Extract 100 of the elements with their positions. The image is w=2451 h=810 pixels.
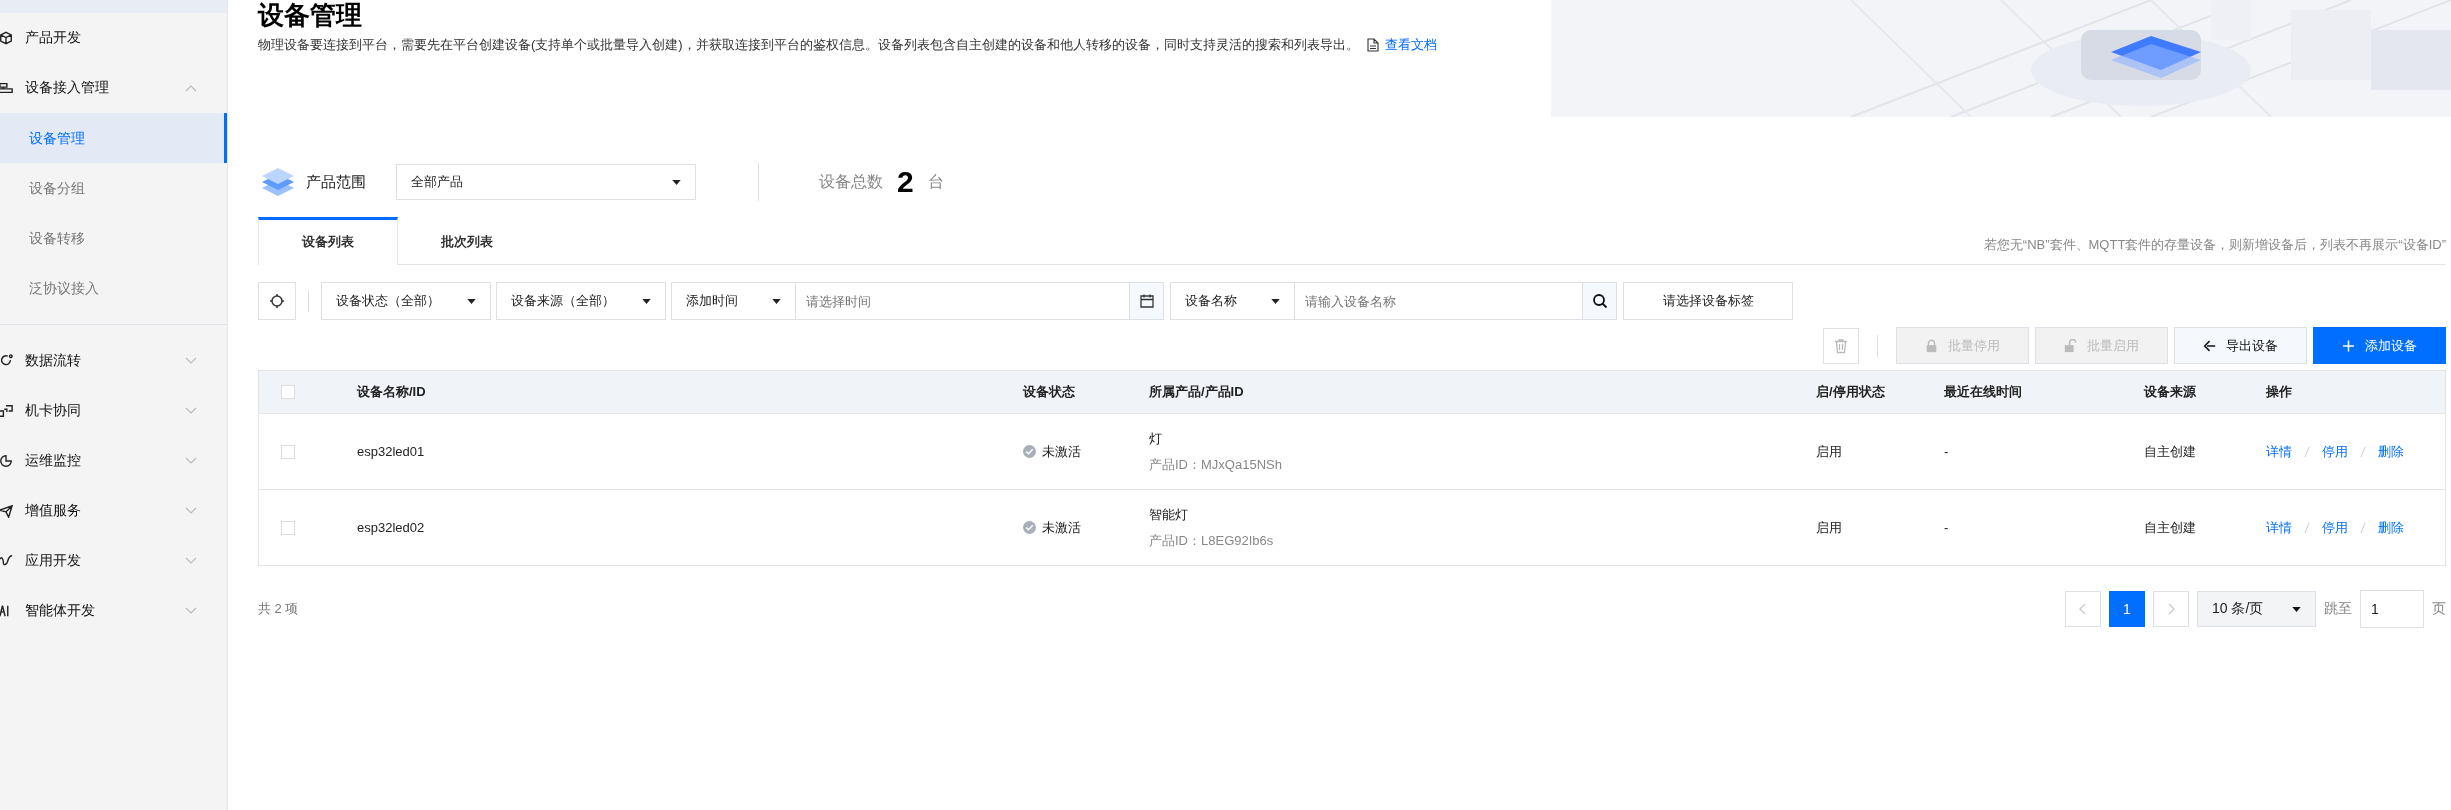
table-cell-text: 启用 bbox=[1815, 518, 1843, 537]
action-button[interactable]: 添加设备 bbox=[2313, 327, 2446, 364]
tab[interactable]: 批次列表 bbox=[398, 217, 536, 264]
name-field-select[interactable]: 设备名称 bbox=[1170, 282, 1295, 320]
checkbox[interactable] bbox=[281, 385, 295, 399]
caret-icon bbox=[2292, 606, 2301, 612]
column-header: 设备名称/ID bbox=[356, 383, 427, 401]
source-select[interactable]: 设备来源（全部） bbox=[496, 282, 666, 320]
total-unit: 台 bbox=[927, 171, 944, 192]
export-icon bbox=[2203, 338, 2216, 353]
trash-icon bbox=[1833, 337, 1849, 354]
sidebar-subitem[interactable]: 设备转移 bbox=[0, 213, 227, 263]
separator-icon bbox=[2304, 445, 2310, 458]
send-icon bbox=[0, 504, 13, 518]
pie-icon bbox=[0, 454, 13, 468]
column-header: 最近在线时间 bbox=[1943, 383, 2023, 401]
scope-label: 产品范围 bbox=[306, 172, 366, 192]
page-button[interactable]: 1 bbox=[2109, 591, 2145, 627]
docs-link[interactable]: 查看文档 bbox=[1366, 36, 1437, 54]
page-unit: 页 bbox=[2432, 600, 2446, 618]
total-count-text: 共 2 项 bbox=[258, 600, 299, 618]
sidebar-item[interactable]: 设备接入管理 bbox=[0, 63, 227, 113]
caret-icon bbox=[1271, 298, 1280, 304]
separator-icon bbox=[2360, 521, 2366, 534]
plus-icon bbox=[2342, 338, 2355, 353]
sidebar-item[interactable]: 增值服务 bbox=[0, 486, 227, 536]
curve-icon bbox=[0, 554, 13, 568]
caret-icon bbox=[642, 298, 651, 304]
page-jump-field[interactable]: 1 bbox=[2360, 590, 2424, 628]
sidebar-item[interactable]: 机卡协同 bbox=[0, 386, 227, 436]
action-link[interactable]: 停用 bbox=[2322, 442, 2348, 461]
chevron-right-icon bbox=[2167, 603, 2175, 615]
total-label: 设备总数 bbox=[819, 171, 883, 192]
action-link[interactable]: 删除 bbox=[2378, 518, 2404, 537]
sidebar-subitem[interactable]: 设备管理 bbox=[0, 113, 227, 163]
column-header: 设备来源 bbox=[2143, 383, 2197, 401]
caret-icon bbox=[467, 298, 476, 304]
sidebar-item[interactable]: 数据流转 bbox=[0, 336, 227, 386]
table-cell-text: esp32led01 bbox=[356, 444, 426, 459]
delete-button[interactable] bbox=[1823, 327, 1859, 364]
table-cell-text: esp32led02 bbox=[356, 520, 426, 535]
table-cell-text: - bbox=[1943, 444, 1950, 459]
previous-page-button[interactable] bbox=[2065, 591, 2101, 627]
checkbox[interactable] bbox=[281, 520, 295, 535]
sidebar-subitem[interactable]: 泛协议接入 bbox=[0, 263, 227, 313]
separator-icon bbox=[2360, 445, 2366, 458]
name-search-field[interactable]: 请输入设备名称 bbox=[1295, 282, 1583, 320]
time-field-select[interactable]: 添加时间 bbox=[671, 282, 796, 320]
calendar-icon bbox=[1138, 293, 1155, 309]
action-link[interactable]: 详情 bbox=[2266, 442, 2292, 461]
column-header: 启/停用状态 bbox=[1815, 383, 1886, 401]
time-field[interactable]: 请选择时间 bbox=[796, 282, 1130, 320]
jump-label: 跳至 bbox=[2324, 600, 2352, 618]
sidebar-item[interactable]: 智能体开发 bbox=[0, 586, 227, 636]
table-cell-text: 自主创建 bbox=[2143, 518, 2197, 537]
tab[interactable]: 设备列表 bbox=[258, 217, 398, 265]
action-link[interactable]: 详情 bbox=[2266, 518, 2292, 537]
action-link[interactable]: 停用 bbox=[2322, 518, 2348, 537]
product-id: 产品ID：L8EG92Ib6s bbox=[1149, 531, 1275, 550]
sidebar-item[interactable]: 产品开发 bbox=[0, 13, 227, 63]
column-header: 设备状态 bbox=[1022, 383, 1076, 401]
action-button[interactable]: 导出设备 bbox=[2174, 327, 2307, 364]
sidebar-item[interactable]: 应用开发 bbox=[0, 536, 227, 586]
status-icon bbox=[1023, 445, 1036, 458]
page-size-select[interactable]: 10 条/页 bbox=[2197, 591, 2316, 627]
separator-icon bbox=[2304, 521, 2310, 534]
status-text: 未激活 bbox=[1042, 442, 1081, 461]
product-id: 产品ID：MJxQa15NSh bbox=[1149, 455, 1283, 474]
cycle-icon bbox=[0, 354, 13, 368]
chevron-left-icon bbox=[2079, 603, 2087, 615]
product-name: 智能灯 bbox=[1149, 505, 1189, 524]
table-cell-text: 自主创建 bbox=[2143, 442, 2197, 461]
sidebar-subitem[interactable]: 设备分组 bbox=[0, 163, 227, 213]
status-text: 未激活 bbox=[1042, 518, 1081, 537]
cube-icon bbox=[0, 31, 13, 45]
tab-note: 若您无“NB”套件、MQTT套件的存量设备，则新增设备后，列表不再展示“设备ID” bbox=[1983, 236, 2446, 254]
page-description: 物理设备要连接到平台，需要先在平台创建设备(支持单个或批量导入创建)，并获取连接到平台的鉴权信息。设备列表包含自主创建的设备和他人转移的设备，同时支持灵活的搜索和列表导出。 bbox=[258, 36, 1359, 54]
checkbox[interactable] bbox=[281, 444, 295, 459]
product-name: 灯 bbox=[1149, 429, 1163, 448]
column-header: 所属产品/产品ID bbox=[1148, 383, 1245, 401]
total-count: 2 bbox=[897, 165, 914, 199]
status-icon bbox=[1023, 521, 1036, 534]
table-cell-text: - bbox=[1943, 520, 1950, 535]
next-page-button[interactable] bbox=[2153, 591, 2189, 627]
sidebar-item[interactable]: 运维监控 bbox=[0, 436, 227, 486]
column-header: 操作 bbox=[2265, 383, 2293, 401]
table-cell-text: 启用 bbox=[1815, 442, 1843, 461]
search-button[interactable] bbox=[1583, 282, 1617, 320]
device-icon bbox=[0, 81, 13, 95]
calendar-button[interactable] bbox=[1130, 282, 1164, 320]
unlock-icon bbox=[2064, 338, 2077, 353]
refresh-button[interactable] bbox=[258, 282, 296, 320]
caret-icon bbox=[672, 179, 681, 185]
caret-icon bbox=[772, 298, 781, 304]
action-link[interactable]: 删除 bbox=[2378, 442, 2404, 461]
lock-icon bbox=[1925, 338, 1938, 353]
status-select[interactable]: 设备状态（全部） bbox=[321, 282, 491, 320]
product-select[interactable]: 全部产品 bbox=[396, 164, 696, 200]
tag-select[interactable]: 请选择设备标签 bbox=[1623, 282, 1793, 320]
document-icon bbox=[1366, 38, 1379, 52]
